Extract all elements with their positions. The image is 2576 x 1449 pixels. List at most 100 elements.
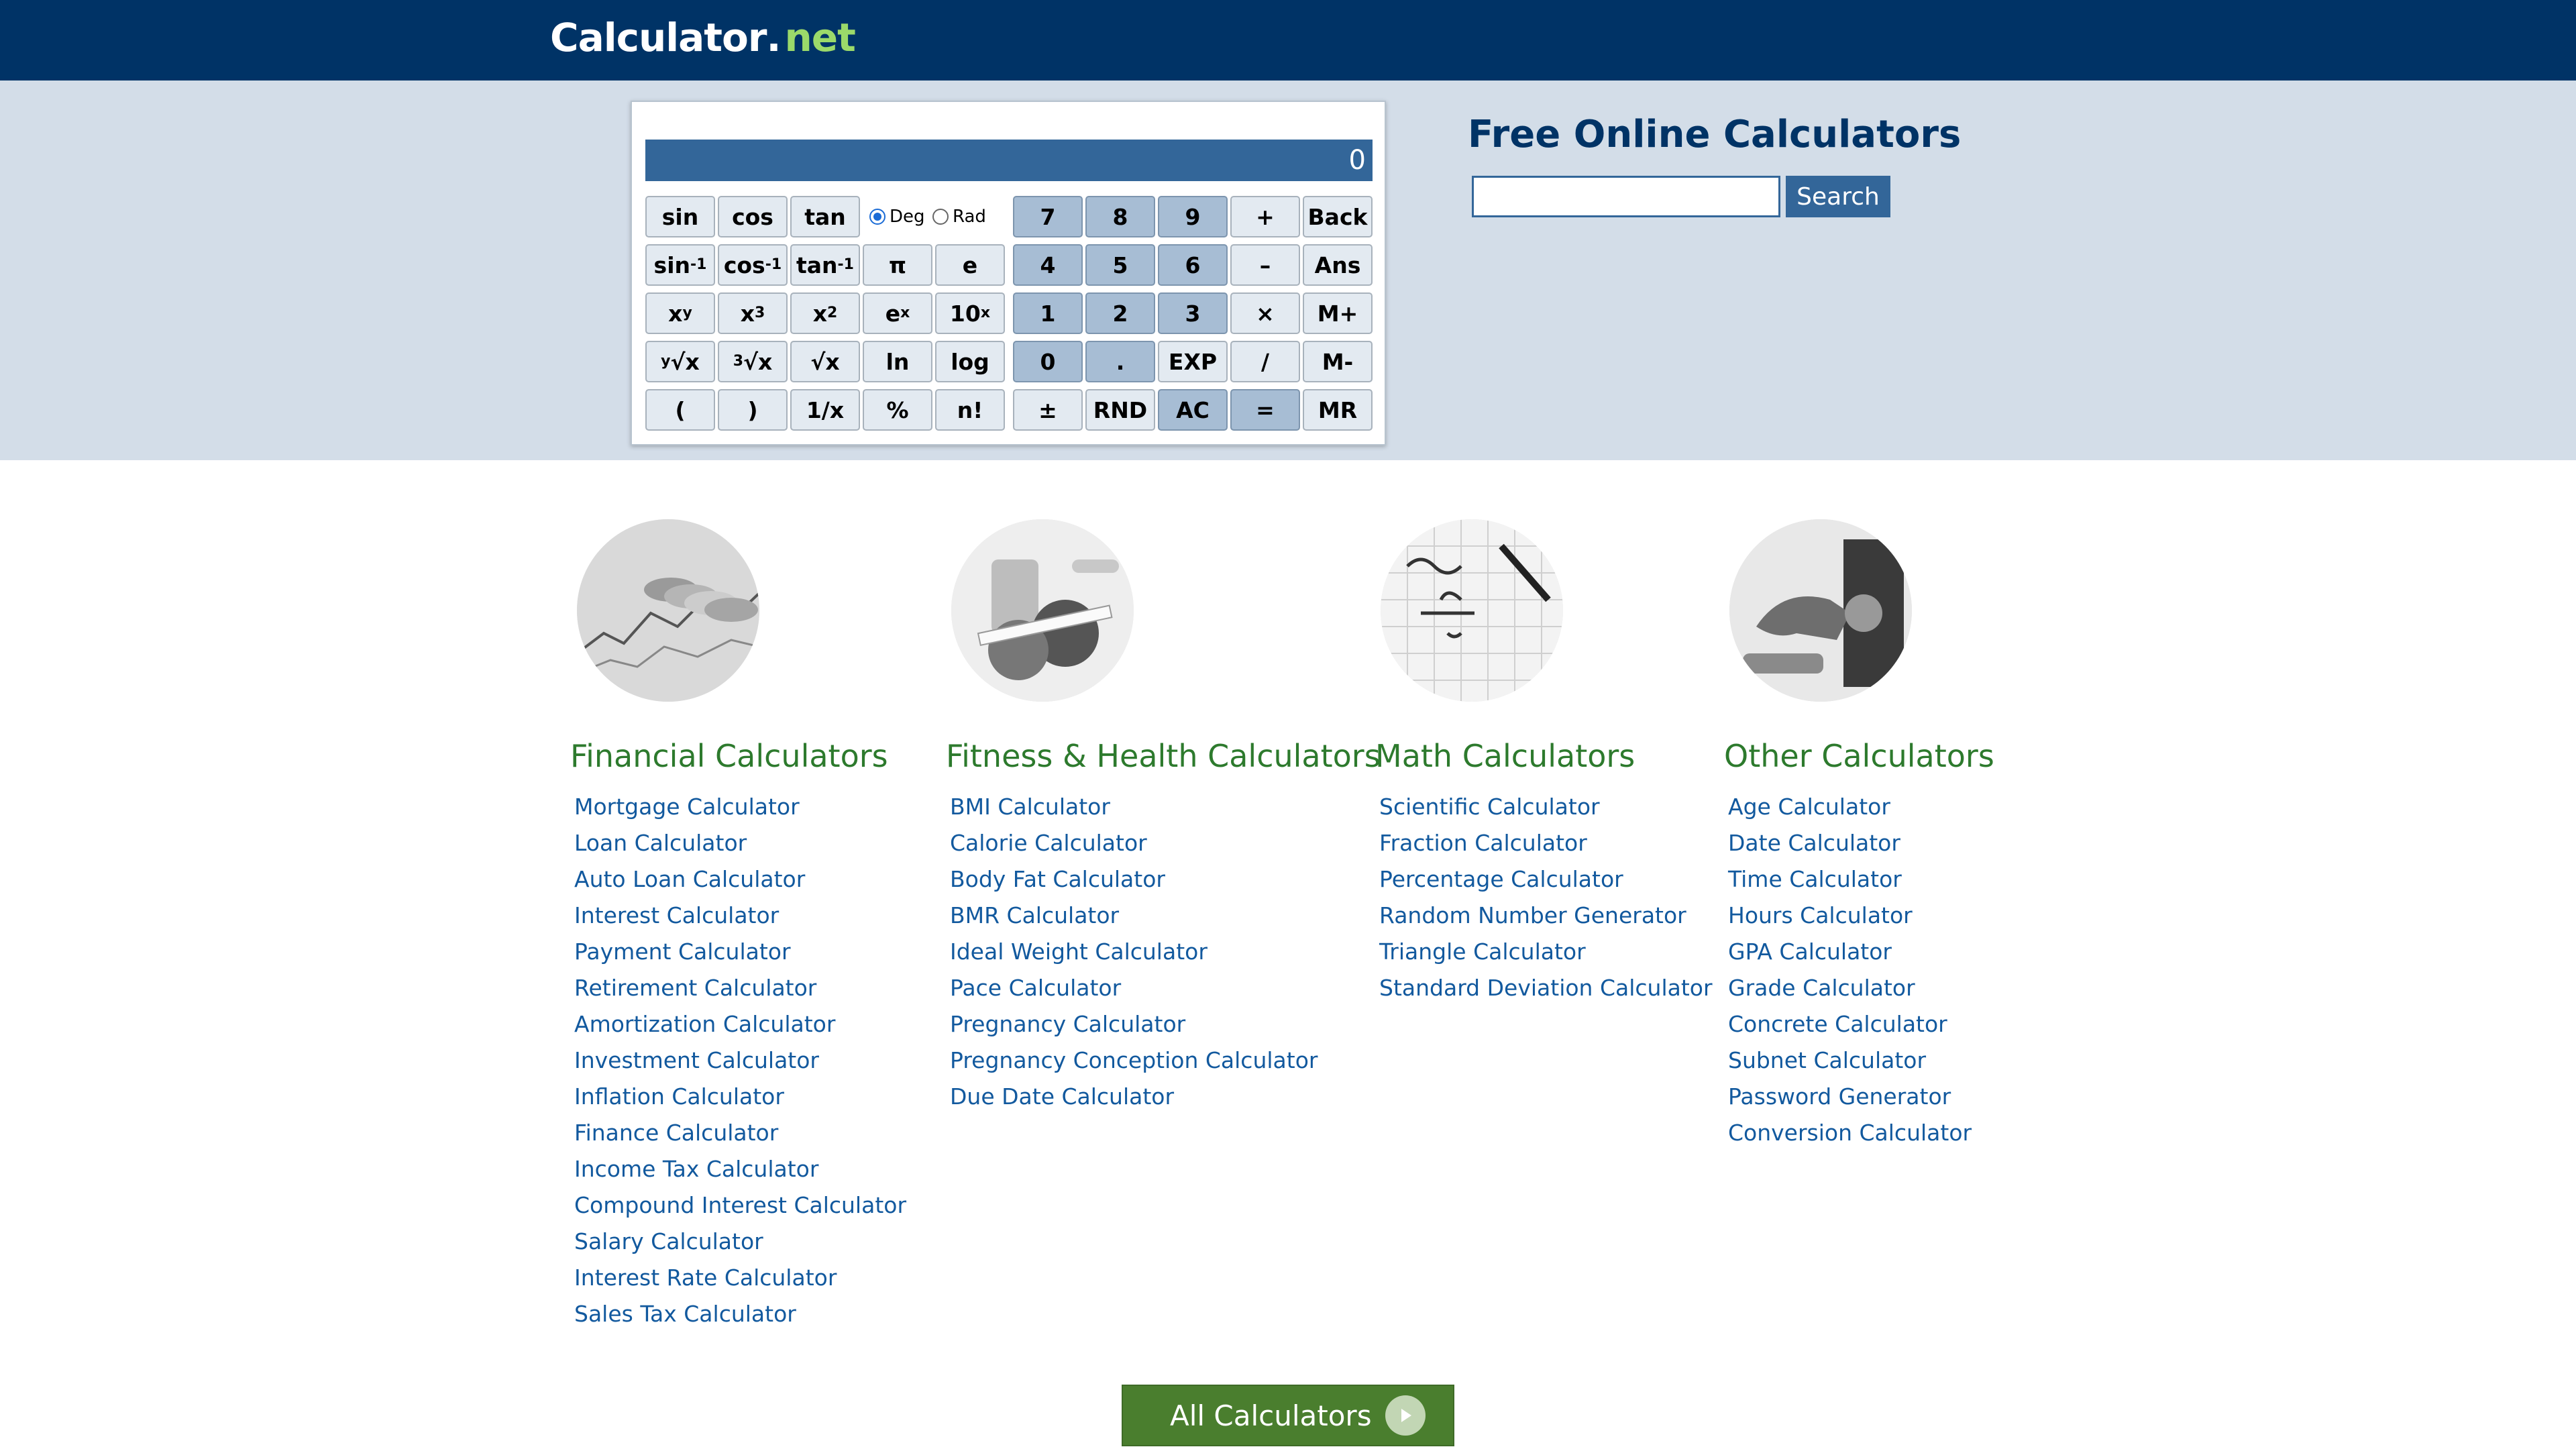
radio-rad-dot[interactable] bbox=[932, 209, 949, 225]
list-item[interactable]: Pace Calculator bbox=[950, 970, 1318, 1006]
key-random[interactable]: RND bbox=[1085, 389, 1155, 431]
list-item[interactable]: Investment Calculator bbox=[574, 1042, 906, 1079]
key-8[interactable]: 8 bbox=[1085, 196, 1155, 237]
key-e[interactable]: e bbox=[935, 244, 1005, 286]
key-memory-recall[interactable]: MR bbox=[1303, 389, 1373, 431]
key-factorial[interactable]: n! bbox=[935, 389, 1005, 431]
other-image[interactable] bbox=[1729, 519, 1912, 702]
key-m-minus[interactable]: M- bbox=[1303, 341, 1373, 382]
list-item[interactable]: Concrete Calculator bbox=[1728, 1006, 1972, 1042]
key-left-paren[interactable]: ( bbox=[645, 389, 715, 431]
key-y-root[interactable]: y √x bbox=[645, 341, 715, 382]
key-9[interactable]: 9 bbox=[1158, 196, 1228, 237]
list-item[interactable]: Age Calculator bbox=[1728, 789, 1972, 825]
key-2[interactable]: 2 bbox=[1085, 292, 1155, 334]
key-all-clear[interactable]: AC bbox=[1158, 389, 1228, 431]
key-acos[interactable]: cos -1 bbox=[718, 244, 788, 286]
key-atan[interactable]: tan -1 bbox=[790, 244, 860, 286]
all-calculators-button[interactable]: All Calculators bbox=[1122, 1385, 1454, 1446]
list-item[interactable]: Grade Calculator bbox=[1728, 970, 1972, 1006]
key-1[interactable]: 1 bbox=[1013, 292, 1083, 334]
radio-deg-dot[interactable] bbox=[869, 209, 885, 225]
list-item[interactable]: Fraction Calculator bbox=[1379, 825, 1713, 861]
key-percent[interactable]: % bbox=[863, 389, 932, 431]
list-item[interactable]: Loan Calculator bbox=[574, 825, 906, 861]
list-item[interactable]: Amortization Calculator bbox=[574, 1006, 906, 1042]
key-log[interactable]: log bbox=[935, 341, 1005, 382]
fitness-image[interactable] bbox=[951, 519, 1134, 702]
list-item[interactable]: Salary Calculator bbox=[574, 1224, 906, 1260]
list-item[interactable]: Retirement Calculator bbox=[574, 970, 906, 1006]
key-plus-minus[interactable]: ± bbox=[1013, 389, 1083, 431]
fitness-health-calculators-title[interactable]: Fitness & Health Calculators bbox=[946, 738, 1381, 774]
key-reciprocal[interactable]: 1/x bbox=[790, 389, 860, 431]
radio-rad[interactable]: Rad bbox=[932, 207, 986, 227]
list-item[interactable]: Pregnancy Calculator bbox=[950, 1006, 1318, 1042]
list-item[interactable]: Triangle Calculator bbox=[1379, 934, 1713, 970]
key-pi[interactable]: π bbox=[863, 244, 932, 286]
list-item[interactable]: Subnet Calculator bbox=[1728, 1042, 1972, 1079]
list-item[interactable]: Inflation Calculator bbox=[574, 1079, 906, 1115]
key-cos[interactable]: cos bbox=[718, 196, 788, 237]
key-5[interactable]: 5 bbox=[1085, 244, 1155, 286]
key-x-pow-y[interactable]: xy bbox=[645, 292, 715, 334]
list-item[interactable]: BMI Calculator bbox=[950, 789, 1318, 825]
key-right-paren[interactable]: ) bbox=[718, 389, 788, 431]
key-7[interactable]: 7 bbox=[1013, 196, 1083, 237]
list-item[interactable]: Scientific Calculator bbox=[1379, 789, 1713, 825]
key-0[interactable]: 0 bbox=[1013, 341, 1083, 382]
key-asin[interactable]: sin -1 bbox=[645, 244, 715, 286]
list-item[interactable]: Standard Deviation Calculator bbox=[1379, 970, 1713, 1006]
key-x-squared[interactable]: x2 bbox=[790, 292, 860, 334]
math-calculators-title[interactable]: Math Calculators bbox=[1375, 738, 1635, 774]
key-3[interactable]: 3 bbox=[1158, 292, 1228, 334]
radio-deg[interactable]: Deg bbox=[869, 207, 925, 227]
list-item[interactable]: Body Fat Calculator bbox=[950, 861, 1318, 898]
list-item[interactable]: Compound Interest Calculator bbox=[574, 1187, 906, 1224]
list-item[interactable]: Ideal Weight Calculator bbox=[950, 934, 1318, 970]
key-plus[interactable]: + bbox=[1230, 196, 1300, 237]
search-input[interactable] bbox=[1472, 176, 1780, 217]
list-item[interactable]: BMR Calculator bbox=[950, 898, 1318, 934]
key-cube-root[interactable]: 3 √x bbox=[718, 341, 788, 382]
list-item[interactable]: Hours Calculator bbox=[1728, 898, 1972, 934]
key-dot[interactable]: . bbox=[1085, 341, 1155, 382]
list-item[interactable]: Payment Calculator bbox=[574, 934, 906, 970]
list-item[interactable]: GPA Calculator bbox=[1728, 934, 1972, 970]
math-image[interactable] bbox=[1381, 519, 1563, 702]
key-e-pow-x[interactable]: ex bbox=[863, 292, 932, 334]
key-exp[interactable]: EXP bbox=[1158, 341, 1228, 382]
key-ln[interactable]: ln bbox=[863, 341, 932, 382]
financial-image[interactable] bbox=[577, 519, 759, 702]
list-item[interactable]: Percentage Calculator bbox=[1379, 861, 1713, 898]
list-item[interactable]: Pregnancy Conception Calculator bbox=[950, 1042, 1318, 1079]
key-times[interactable]: × bbox=[1230, 292, 1300, 334]
list-item[interactable]: Interest Calculator bbox=[574, 898, 906, 934]
list-item[interactable]: Due Date Calculator bbox=[950, 1079, 1318, 1115]
key-equals[interactable]: = bbox=[1230, 389, 1300, 431]
list-item[interactable]: Mortgage Calculator bbox=[574, 789, 906, 825]
list-item[interactable]: Password Generator bbox=[1728, 1079, 1972, 1115]
key-x-cubed[interactable]: x3 bbox=[718, 292, 788, 334]
key-sqrt[interactable]: √x bbox=[790, 341, 860, 382]
list-item[interactable]: Auto Loan Calculator bbox=[574, 861, 906, 898]
list-item[interactable]: Income Tax Calculator bbox=[574, 1151, 906, 1187]
key-ans[interactable]: Ans bbox=[1303, 244, 1373, 286]
key-divide[interactable]: / bbox=[1230, 341, 1300, 382]
list-item[interactable]: Sales Tax Calculator bbox=[574, 1296, 906, 1332]
list-item[interactable]: Time Calculator bbox=[1728, 861, 1972, 898]
key-back[interactable]: Back bbox=[1303, 196, 1373, 237]
search-button[interactable]: Search bbox=[1786, 176, 1890, 217]
key-ten-pow-x[interactable]: 10 x bbox=[935, 292, 1005, 334]
site-logo[interactable]: Calculator. net bbox=[550, 15, 856, 68]
list-item[interactable]: Random Number Generator bbox=[1379, 898, 1713, 934]
key-m-plus[interactable]: M+ bbox=[1303, 292, 1373, 334]
financial-calculators-title[interactable]: Financial Calculators bbox=[570, 738, 888, 774]
list-item[interactable]: Finance Calculator bbox=[574, 1115, 906, 1151]
key-6[interactable]: 6 bbox=[1158, 244, 1228, 286]
list-item[interactable]: Date Calculator bbox=[1728, 825, 1972, 861]
key-minus[interactable]: – bbox=[1230, 244, 1300, 286]
list-item[interactable]: Calorie Calculator bbox=[950, 825, 1318, 861]
key-tan[interactable]: tan bbox=[790, 196, 860, 237]
key-sin[interactable]: sin bbox=[645, 196, 715, 237]
